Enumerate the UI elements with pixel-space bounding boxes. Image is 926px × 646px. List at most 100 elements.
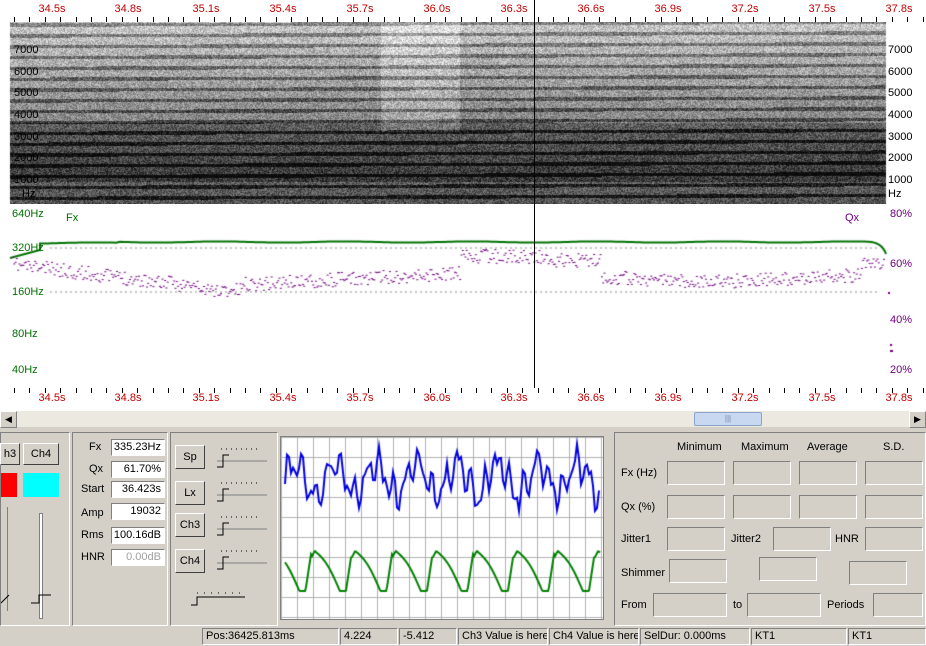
- frequency-label: Hz: [22, 188, 36, 200]
- time-tick-mark: [168, 388, 169, 393]
- time-tick-label: 37.5s: [808, 392, 836, 404]
- lx-volume-slider[interactable]: [211, 477, 271, 508]
- arrow-left-icon: ◀: [5, 414, 12, 424]
- fx-min-box: [667, 461, 725, 485]
- status-position: Pos:36425.813ms: [202, 628, 339, 645]
- waveform-canvas: [281, 437, 603, 619]
- sp-volume-slider[interactable]: [211, 443, 271, 474]
- scroll-left-button[interactable]: ◀: [0, 411, 17, 428]
- time-tick-mark: [429, 388, 431, 393]
- scroll-thumb[interactable]: |||: [694, 412, 762, 426]
- status-kt1-b: KT1: [848, 628, 926, 645]
- time-tick-mark: [768, 388, 770, 393]
- to-label: to: [733, 599, 743, 611]
- measurement-panel: Fx 335.23Hz Qx 61.70% Start 36.423s Amp …: [72, 432, 168, 626]
- amp-label: Amp: [81, 507, 104, 519]
- lx-button[interactable]: Lx: [175, 481, 205, 505]
- pitch-track[interactable]: Fx Qx 640Hz 320Hz 160Hz 80Hz 40Hz 80% 60% 40% 2…: [0, 204, 926, 388]
- hz-label: 160Hz: [12, 286, 44, 298]
- hnr-value: 0.00dB: [111, 549, 165, 566]
- time-tick-mark: [491, 388, 493, 393]
- frequency-label: 6000: [888, 66, 913, 78]
- time-tick-label: 34.8s: [114, 392, 142, 404]
- frequency-label: 4000: [888, 109, 913, 121]
- time-tick-mark: [568, 388, 570, 393]
- time-tick-mark: [753, 388, 755, 393]
- mixer-panel: Sp Lx Ch3 Ch4: [170, 432, 278, 626]
- time-axis-top: 34.5s 34.8s 35.1s 35.4s 35.7s 36.0s 36.3s 36.6s…: [0, 0, 926, 22]
- from-box: [653, 593, 727, 617]
- ch3-slider-thumb[interactable]: [0, 593, 11, 604]
- sp-button[interactable]: Sp: [175, 445, 205, 469]
- time-tick-label: 36.6s: [577, 392, 605, 404]
- frequency-label: 2000: [888, 152, 913, 164]
- time-tick-mark: [245, 388, 246, 393]
- time-tick-mark: [60, 388, 62, 393]
- ch3-button[interactable]: Ch3: [175, 513, 205, 537]
- time-tick-mark: [445, 388, 447, 393]
- fx-max-box: [733, 461, 791, 485]
- qx-row-label: Qx (%): [621, 501, 656, 513]
- time-tick-mark: [29, 388, 31, 393]
- status-value-2: -5.412: [399, 628, 457, 645]
- time-tick-mark: [322, 388, 323, 393]
- channel-panel: h3 Ch4: [0, 432, 70, 626]
- ch4-color-swatch[interactable]: [23, 473, 59, 497]
- frequency-label: 3000: [14, 131, 39, 143]
- amp-value: 19032: [111, 503, 165, 520]
- time-tick-mark: [91, 388, 92, 393]
- time-tick-label: 34.5s: [38, 3, 66, 15]
- time-tick-mark: [645, 388, 647, 393]
- time-tick-mark: [506, 388, 508, 393]
- frequency-label: 1000: [888, 174, 913, 186]
- time-tick-mark: [614, 388, 616, 393]
- time-tick-label: 35.4s: [269, 3, 297, 15]
- col-maximum: Maximum: [741, 441, 789, 453]
- tab-ch3[interactable]: h3: [0, 443, 20, 465]
- ch4-volume-slider[interactable]: [211, 545, 271, 576]
- time-tick-mark: [861, 388, 862, 393]
- balance-slider[interactable]: [185, 587, 251, 614]
- status-value-1: 4.224: [340, 628, 398, 645]
- time-tick-mark: [368, 388, 370, 393]
- time-tick-label: 35.1s: [192, 3, 220, 15]
- time-tick-mark: [630, 388, 631, 393]
- time-tick-label: 34.5s: [38, 392, 66, 404]
- time-tick-mark: [337, 388, 339, 393]
- fx-avg-box: [799, 461, 857, 485]
- status-ch4: Ch4 Value is here: [549, 628, 639, 645]
- time-tick-mark: [922, 388, 924, 393]
- scroll-right-button[interactable]: ▶: [909, 411, 926, 428]
- horizontal-scrollbar[interactable]: ◀ ||| ▶: [0, 410, 926, 428]
- frequency-label: 5000: [14, 87, 39, 99]
- time-tick-mark: [784, 388, 785, 393]
- ch4-slider-thumb[interactable]: [31, 593, 51, 604]
- jitter1-label: Jitter1: [621, 533, 651, 545]
- periods-box: [873, 593, 923, 617]
- fx-track-label: Fx: [66, 212, 79, 224]
- time-tick-mark: [537, 388, 539, 393]
- time-tick-mark: [275, 388, 277, 393]
- time-tick-label: 37.8s: [885, 392, 913, 404]
- tab-ch3-label: h3: [3, 448, 17, 460]
- waveform-display[interactable]: [280, 436, 604, 620]
- time-tick-label: 37.5s: [808, 3, 836, 15]
- time-tick-mark: [137, 388, 139, 393]
- ch3-volume-slider[interactable]: [211, 511, 271, 542]
- hnr-stat-label: HNR: [835, 533, 859, 545]
- periods-label: Periods: [827, 599, 865, 611]
- cursor-line: [534, 0, 535, 410]
- qx-value: 61.70%: [111, 461, 165, 478]
- frequency-label: 7000: [14, 44, 39, 56]
- time-tick-label: 36.0s: [423, 3, 451, 15]
- time-tick-mark: [891, 388, 893, 393]
- statistics-panel: Minimum Maximum Average S.D. Fx (Hz) Qx …: [614, 432, 926, 626]
- percent-label: 60%: [890, 258, 913, 270]
- ch3-color-swatch[interactable]: [1, 473, 17, 497]
- tab-ch4[interactable]: Ch4: [23, 443, 59, 465]
- time-tick-mark: [476, 388, 477, 393]
- spectrogram[interactable]: 7000 6000 5000 4000 3000 2000 1000 Hz 7000 6000 5…: [0, 22, 926, 204]
- percent-label: 80%: [890, 208, 913, 220]
- ch4-button[interactable]: Ch4: [175, 549, 205, 573]
- time-tick-mark: [814, 388, 816, 393]
